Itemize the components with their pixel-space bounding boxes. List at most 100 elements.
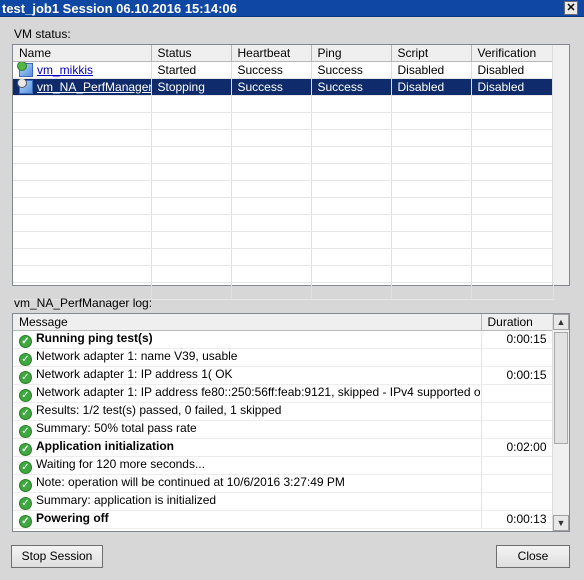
log-duration-cell: 0:00:13 — [481, 510, 554, 529]
log-duration-cell — [481, 420, 554, 439]
log-row[interactable]: ✓ Summary: 50% total pass rate — [13, 420, 554, 439]
close-window-button[interactable]: ✕ — [564, 1, 578, 15]
column-header-heartbeat[interactable]: Heartbeat — [231, 45, 312, 62]
vm-status-cell: Stopping — [151, 78, 232, 96]
log-message-text: Network adapter 1: IP address 1( OK — [36, 366, 233, 381]
success-check-icon: ✓ — [19, 442, 32, 455]
vm-verification-cell: Disabled — [471, 78, 554, 96]
window-title: test_job1 Session 06.10.2016 15:14:06 — [2, 1, 237, 16]
vm-verification-cell: Disabled — [471, 61, 554, 79]
success-check-icon: ✓ — [19, 514, 32, 527]
log-message-cell: ✓ Note: operation will be continued at 10… — [13, 474, 482, 493]
empty-row — [13, 95, 554, 113]
vm-script-cell: Disabled — [391, 78, 472, 96]
success-check-icon: ✓ — [19, 370, 32, 383]
log-message-text: Results: 1/2 test(s) passed, 0 failed, 1… — [36, 402, 282, 417]
empty-row — [13, 214, 554, 232]
log-message-cell: ✓ Powering off — [13, 510, 482, 529]
success-check-icon: ✓ — [19, 388, 32, 401]
empty-row — [13, 163, 554, 181]
empty-row — [13, 265, 554, 283]
window-titlebar: test_job1 Session 06.10.2016 15:14:06 ✕ — [0, 0, 584, 17]
log-row[interactable]: ✓ Note: operation will be continued at 10… — [13, 474, 554, 493]
log-message-text: Waiting for 120 more seconds... — [36, 456, 205, 471]
vm-name-link[interactable]: vm_mikkis — [33, 63, 93, 77]
log-duration-cell — [481, 384, 554, 403]
success-check-icon: ✓ — [19, 406, 32, 419]
success-check-icon: ✓ — [19, 424, 32, 437]
log-row[interactable]: ✓ Powering off 0:00:13 — [13, 510, 554, 529]
vm-name-link[interactable]: vm_NA_PerfManager — [33, 80, 150, 94]
log-row[interactable]: ✓ Network adapter 1: IP address fe80::250… — [13, 384, 554, 403]
column-header-name[interactable]: Name — [13, 45, 152, 62]
log-message-cell: ✓ Results: 1/2 test(s) passed, 0 failed, … — [13, 402, 482, 421]
log-message-cell: ✓ Running ping test(s) — [13, 330, 482, 349]
vm-ping-cell: Success — [311, 78, 392, 96]
log-message-text: Powering off — [36, 510, 109, 525]
success-check-icon: ✓ — [19, 352, 32, 365]
log-row[interactable]: ✓ Network adapter 1: IP address 1( OK 0:00… — [13, 366, 554, 385]
scroll-thumb[interactable] — [554, 332, 568, 444]
log-message-text: Summary: application is initialized — [36, 492, 217, 507]
log-duration-cell — [481, 348, 554, 367]
vm-running-icon — [17, 61, 33, 77]
log-duration-cell — [481, 492, 554, 511]
column-header-duration[interactable]: Duration — [481, 314, 554, 331]
log-duration-cell: 0:02:00 — [481, 438, 554, 457]
empty-row — [13, 197, 554, 215]
vm-ping-cell: Success — [311, 61, 392, 79]
scroll-up-arrow-icon[interactable]: ▲ — [553, 314, 569, 330]
log-table: Message Duration ✓ Running ping test(s) 0:… — [13, 314, 554, 529]
log-row[interactable]: ✓ Running ping test(s) 0:00:15 — [13, 330, 554, 349]
vm-status-header-row: Name Status Heartbeat Ping Script Verifi… — [13, 45, 554, 62]
empty-row — [13, 231, 554, 249]
vm-stopping-icon — [17, 78, 33, 94]
vm-script-cell: Disabled — [391, 61, 472, 79]
column-header-message[interactable]: Message — [13, 314, 482, 331]
vm-status-cell: Started — [151, 61, 232, 79]
empty-row — [13, 248, 554, 266]
log-row[interactable]: ✓ Summary: application is initialized — [13, 492, 554, 511]
log-scrollbar[interactable]: ▲ ▼ — [552, 314, 569, 531]
log-row[interactable]: ✓ Application initialization 0:02:00 — [13, 438, 554, 457]
log-message-cell: ✓ Application initialization — [13, 438, 482, 457]
log-message-cell: ✓ Summary: application is initialized — [13, 492, 482, 511]
column-header-script[interactable]: Script — [391, 45, 472, 62]
empty-row — [13, 180, 554, 198]
column-header-verification[interactable]: Verification — [471, 45, 554, 62]
vm-status-table-panel[interactable]: Name Status Heartbeat Ping Script Verifi… — [12, 44, 570, 300]
log-message-cell: ✓ Network adapter 1: name V39, usable — [13, 348, 482, 367]
log-duration-cell — [481, 456, 554, 475]
log-duration-cell — [481, 402, 554, 421]
log-message-cell: ✓ Network adapter 1: IP address fe80::250… — [13, 384, 482, 403]
log-message-text: Network adapter 1: IP address fe80::250:… — [36, 384, 481, 399]
success-check-icon: ✓ — [19, 334, 32, 347]
vm-status-label: VM status: — [14, 27, 71, 41]
log-label: vm_NA_PerfManager log: — [14, 296, 153, 310]
log-row[interactable]: ✓ Network adapter 1: name V39, usable — [13, 348, 554, 367]
log-row[interactable]: ✓ Waiting for 120 more seconds... — [13, 456, 554, 475]
log-message-cell: ✓ Waiting for 120 more seconds... — [13, 456, 482, 475]
stop-session-button[interactable]: Stop Session — [11, 545, 103, 568]
empty-row — [13, 146, 554, 164]
log-table-panel[interactable]: Message Duration ✓ Running ping test(s) 0:… — [12, 313, 570, 532]
close-button[interactable]: Close — [496, 545, 570, 568]
column-header-status[interactable]: Status — [151, 45, 232, 62]
close-icon: ✕ — [566, 2, 576, 14]
success-check-icon: ✓ — [19, 496, 32, 509]
scroll-down-arrow-icon[interactable]: ▼ — [553, 515, 569, 531]
vm-status-table: Name Status Heartbeat Ping Script Verifi… — [13, 45, 554, 300]
column-header-ping[interactable]: Ping — [311, 45, 392, 62]
vm-heartbeat-cell: Success — [231, 78, 312, 96]
vm-row-selected[interactable]: vm_NA_PerfManager Stopping Success Succe… — [13, 78, 554, 96]
log-message-text: Network adapter 1: name V39, usable — [36, 348, 238, 363]
vm-heartbeat-cell: Success — [231, 61, 312, 79]
vm-row[interactable]: vm_mikkis Started Success Success Disabl… — [13, 61, 554, 79]
log-message-text: Application initialization — [36, 438, 174, 453]
log-duration-cell — [481, 474, 554, 493]
empty-row — [13, 112, 554, 130]
log-row[interactable]: ✓ Results: 1/2 test(s) passed, 0 failed, … — [13, 402, 554, 421]
log-message-cell: ✓ Network adapter 1: IP address 1( OK — [13, 366, 482, 385]
empty-row — [13, 129, 554, 147]
log-duration-cell: 0:00:15 — [481, 366, 554, 385]
